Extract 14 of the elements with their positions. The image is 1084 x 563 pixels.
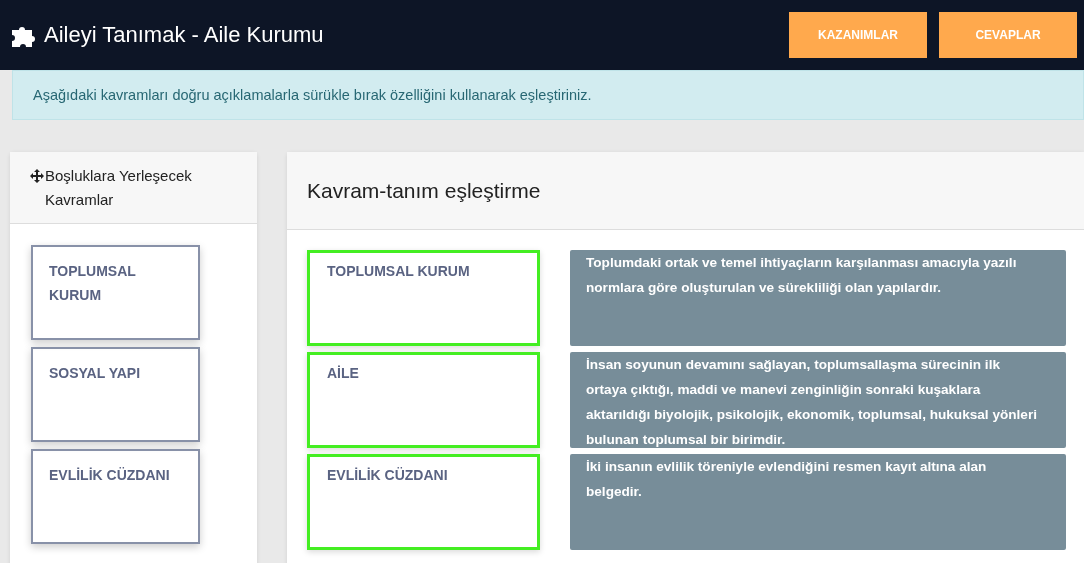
page-title: Aileyi Tanımak - Aile Kurumu <box>44 22 324 48</box>
move-icon <box>30 169 44 183</box>
drop-zone[interactable]: EVLİLİK CÜZDANI <box>307 454 540 550</box>
drop-zone[interactable]: AİLE <box>307 352 540 448</box>
card-title: Boşluklara Yerleşecek Kavramlar <box>45 166 193 210</box>
card-title: Kavram-tanım eşleştirme <box>307 178 541 203</box>
draggable-concept[interactable]: EVLİLİK CÜZDANI <box>31 449 200 544</box>
definition-box: İnsan soyunun devamını sağlayan, toplumsallaşma sürecinin ilk ortaya çıktığı, maddi ve manevi zenginliğin sonraki kuşaklara aktarıldığı biyolojik, psikolojik, ekonomik, toplumsal, hukuksal yönleri bulunan toplumsal bir birimdir. <box>570 352 1066 448</box>
instruction-alert: Aşağıdaki kavramları doğru açıklamalarla sürükle bırak özelliğini kullanarak eşleştiriniz. <box>12 70 1084 120</box>
draggable-concept[interactable]: TOPLUMSAL KURUM <box>31 245 200 340</box>
definition-box: Toplumdaki ortak ve temel ihtiyaçların karşılanması amacıyla yazılı normlara göre oluşturulan ve sürekliliği olan yapılardır. <box>570 250 1066 346</box>
drop-zone[interactable]: TOPLUMSAL KURUM <box>307 250 540 346</box>
definition-box: İki insanın evlilik töreniyle evlendiğini resmen kayıt altına alan belgedir. <box>570 454 1066 550</box>
draggable-concept[interactable]: SOSYAL YAPI <box>31 347 200 442</box>
